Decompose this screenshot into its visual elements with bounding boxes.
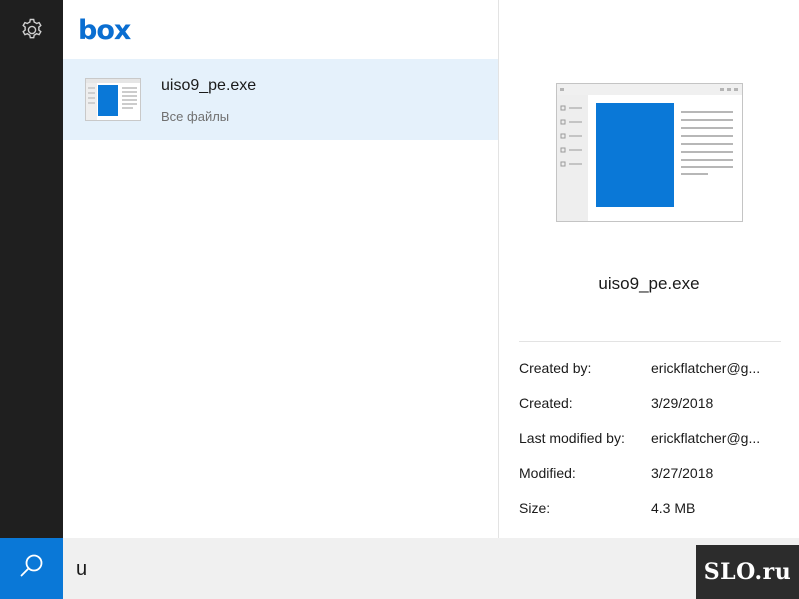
search-input[interactable] — [76, 552, 676, 586]
watermark-text: SLO.ru — [703, 559, 792, 585]
box-logo: box — [78, 15, 131, 46]
meta-value-created-by: erickflatcher@g... — [651, 360, 761, 376]
meta-label-created-by: Created by: — [519, 360, 592, 376]
left-rail — [0, 0, 63, 538]
meta-value-created: 3/29/2018 — [651, 395, 714, 411]
search-bar — [63, 538, 799, 599]
meta-label-last-modified-by: Last modified by: — [519, 430, 625, 446]
result-location: Все файлы — [161, 109, 230, 124]
file-preview-thumbnail — [556, 83, 743, 222]
meta-label-size: Size: — [519, 500, 551, 516]
results-pane: box uiso9_pe.exe Все файлы — [63, 0, 498, 538]
meta-value-size: 4.3 MB — [651, 500, 696, 516]
preview-title: uiso9_pe.exe — [598, 274, 700, 293]
preview-divider — [519, 341, 781, 342]
meta-value-modified: 3/27/2018 — [651, 465, 714, 481]
result-item[interactable]: uiso9_pe.exe Все файлы — [63, 59, 498, 140]
search-icon — [18, 552, 46, 585]
meta-value-last-modified-by: erickflatcher@g... — [651, 430, 761, 446]
search-window: box uiso9_pe.exe Все файлы uiso9_pe.exe … — [0, 0, 799, 599]
meta-label-created: Created: — [519, 395, 573, 411]
watermark-logo: SLO.ru — [696, 545, 799, 599]
preview-pane: uiso9_pe.exe Created by: erickflatcher@g… — [499, 0, 799, 538]
file-thumbnail — [85, 78, 141, 121]
result-title: uiso9_pe.exe — [161, 77, 257, 94]
gear-icon[interactable] — [19, 17, 45, 43]
meta-label-modified: Modified: — [519, 465, 576, 481]
search-button[interactable] — [0, 538, 63, 599]
